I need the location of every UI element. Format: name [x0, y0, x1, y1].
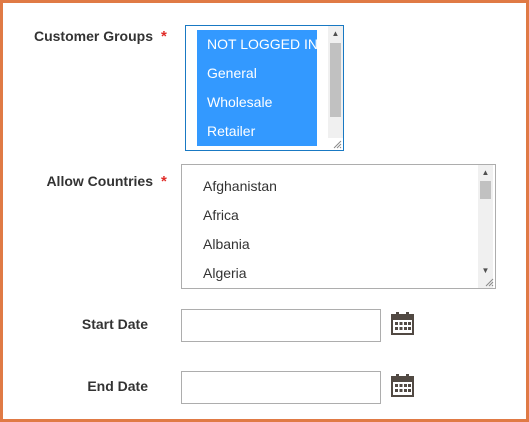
- customer-group-option[interactable]: Retailer: [197, 117, 317, 146]
- customer-group-option[interactable]: Wholesale: [197, 88, 317, 117]
- customer-group-option[interactable]: General: [197, 59, 317, 88]
- resize-grip-icon[interactable]: [332, 139, 342, 149]
- customer-groups-multiselect[interactable]: NOT LOGGED IN General Wholesale Retailer…: [185, 25, 344, 151]
- scroll-up-arrow-icon[interactable]: ▲: [478, 165, 493, 180]
- scroll-down-arrow-icon[interactable]: ▼: [478, 263, 493, 278]
- start-date-calendar-button[interactable]: [391, 312, 414, 335]
- allow-countries-label: Allow Countries: [46, 173, 153, 189]
- scroll-thumb[interactable]: [330, 43, 341, 117]
- end-date-input[interactable]: [181, 371, 381, 404]
- resize-grip-icon[interactable]: [484, 277, 494, 287]
- end-date-label: End Date: [87, 378, 148, 394]
- calendar-icon: [391, 312, 414, 335]
- calendar-icon: [391, 374, 414, 397]
- customer-groups-scrollbar[interactable]: ▲: [328, 26, 343, 138]
- country-option[interactable]: Albania: [203, 235, 250, 253]
- country-option[interactable]: Africa: [203, 206, 239, 224]
- scroll-thumb[interactable]: [480, 181, 491, 199]
- allow-countries-scrollbar[interactable]: ▲ ▼: [478, 165, 493, 288]
- country-option[interactable]: Algeria: [203, 264, 247, 282]
- start-date-label: Start Date: [81, 316, 148, 332]
- allow-countries-required-mark: *: [161, 173, 167, 190]
- customer-group-option[interactable]: NOT LOGGED IN: [197, 30, 317, 59]
- customer-groups-required-mark: *: [161, 28, 167, 45]
- form-panel: Customer Groups * NOT LOGGED IN General …: [0, 0, 529, 422]
- customer-groups-label: Customer Groups: [33, 28, 153, 44]
- country-option[interactable]: Afghanistan: [203, 177, 277, 195]
- allow-countries-multiselect[interactable]: Afghanistan Africa Albania Algeria ▲ ▼: [181, 164, 496, 289]
- start-date-input[interactable]: [181, 309, 381, 342]
- scroll-up-arrow-icon[interactable]: ▲: [328, 26, 343, 41]
- end-date-calendar-button[interactable]: [391, 374, 414, 397]
